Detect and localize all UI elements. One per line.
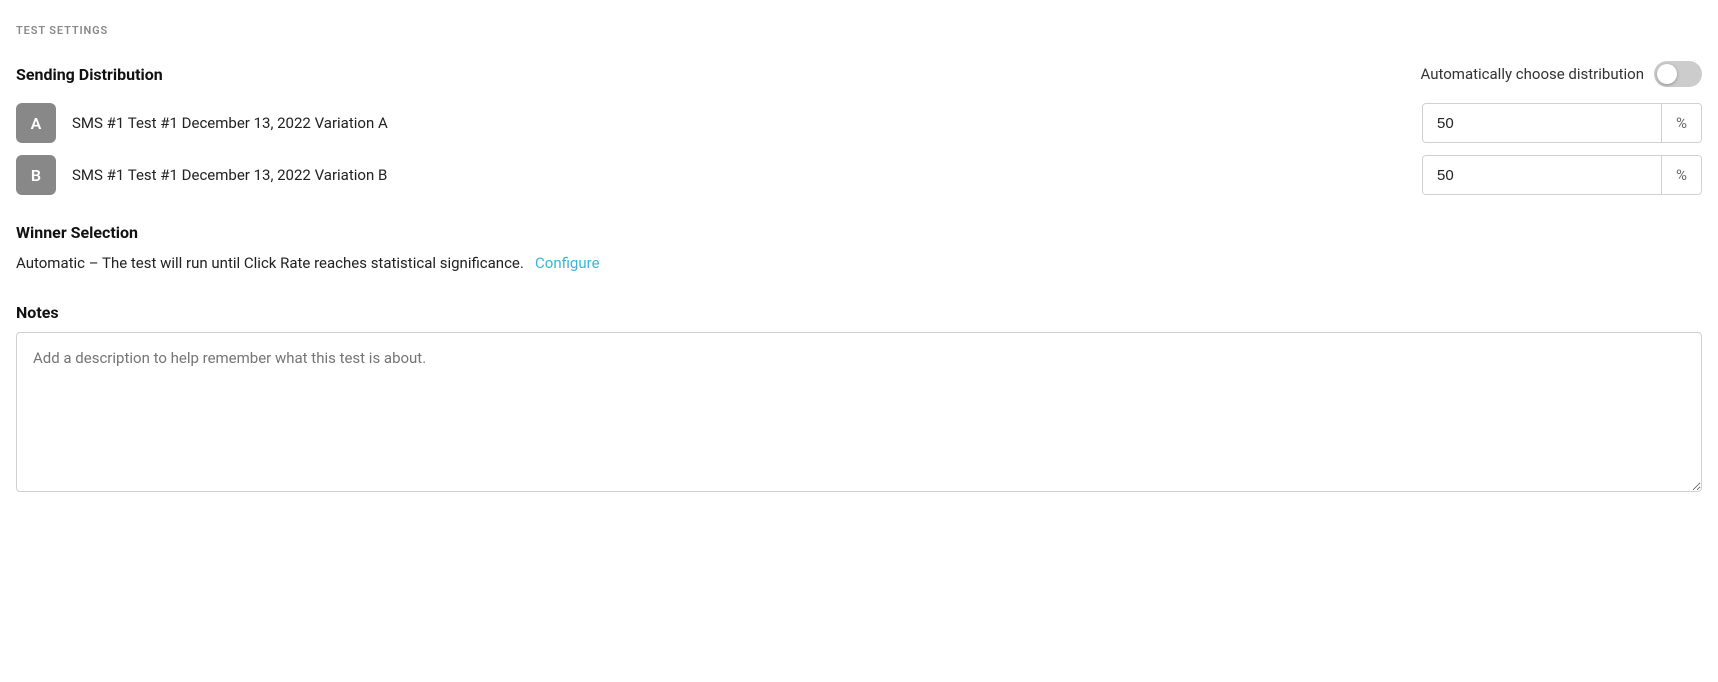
auto-distribution-label-text: Automatically choose distribution — [1421, 65, 1645, 83]
notes-title: Notes — [16, 303, 1702, 322]
variation-b-percentage-wrapper: % — [1422, 155, 1702, 195]
variation-a-row: A SMS #1 Test #1 December 13, 2022 Varia… — [16, 103, 1702, 143]
variation-b-percent-symbol: % — [1661, 156, 1701, 194]
variation-a-percent-symbol: % — [1661, 104, 1701, 142]
notes-textarea[interactable] — [16, 332, 1702, 492]
variation-b-badge: B — [16, 155, 56, 195]
winner-selection-description: Automatic – The test will run until Clic… — [16, 252, 1702, 275]
sending-distribution-title: Sending Distribution — [16, 65, 163, 84]
configure-link[interactable]: Configure — [535, 254, 600, 272]
winner-selection-title: Winner Selection — [16, 223, 1702, 242]
variation-b-name: SMS #1 Test #1 December 13, 2022 Variati… — [72, 166, 1422, 184]
winner-description-text: Automatic – The test will run until Clic… — [16, 254, 524, 272]
auto-distribution-toggle[interactable] — [1654, 61, 1702, 87]
variation-a-percentage-wrapper: % — [1422, 103, 1702, 143]
variation-b-percentage-input[interactable] — [1423, 157, 1661, 194]
variation-b-row: B SMS #1 Test #1 December 13, 2022 Varia… — [16, 155, 1702, 195]
variation-a-badge: A — [16, 103, 56, 143]
variation-a-percentage-input[interactable] — [1423, 105, 1661, 142]
section-label: TEST SETTINGS — [16, 24, 1702, 37]
variation-a-name: SMS #1 Test #1 December 13, 2022 Variati… — [72, 114, 1422, 132]
